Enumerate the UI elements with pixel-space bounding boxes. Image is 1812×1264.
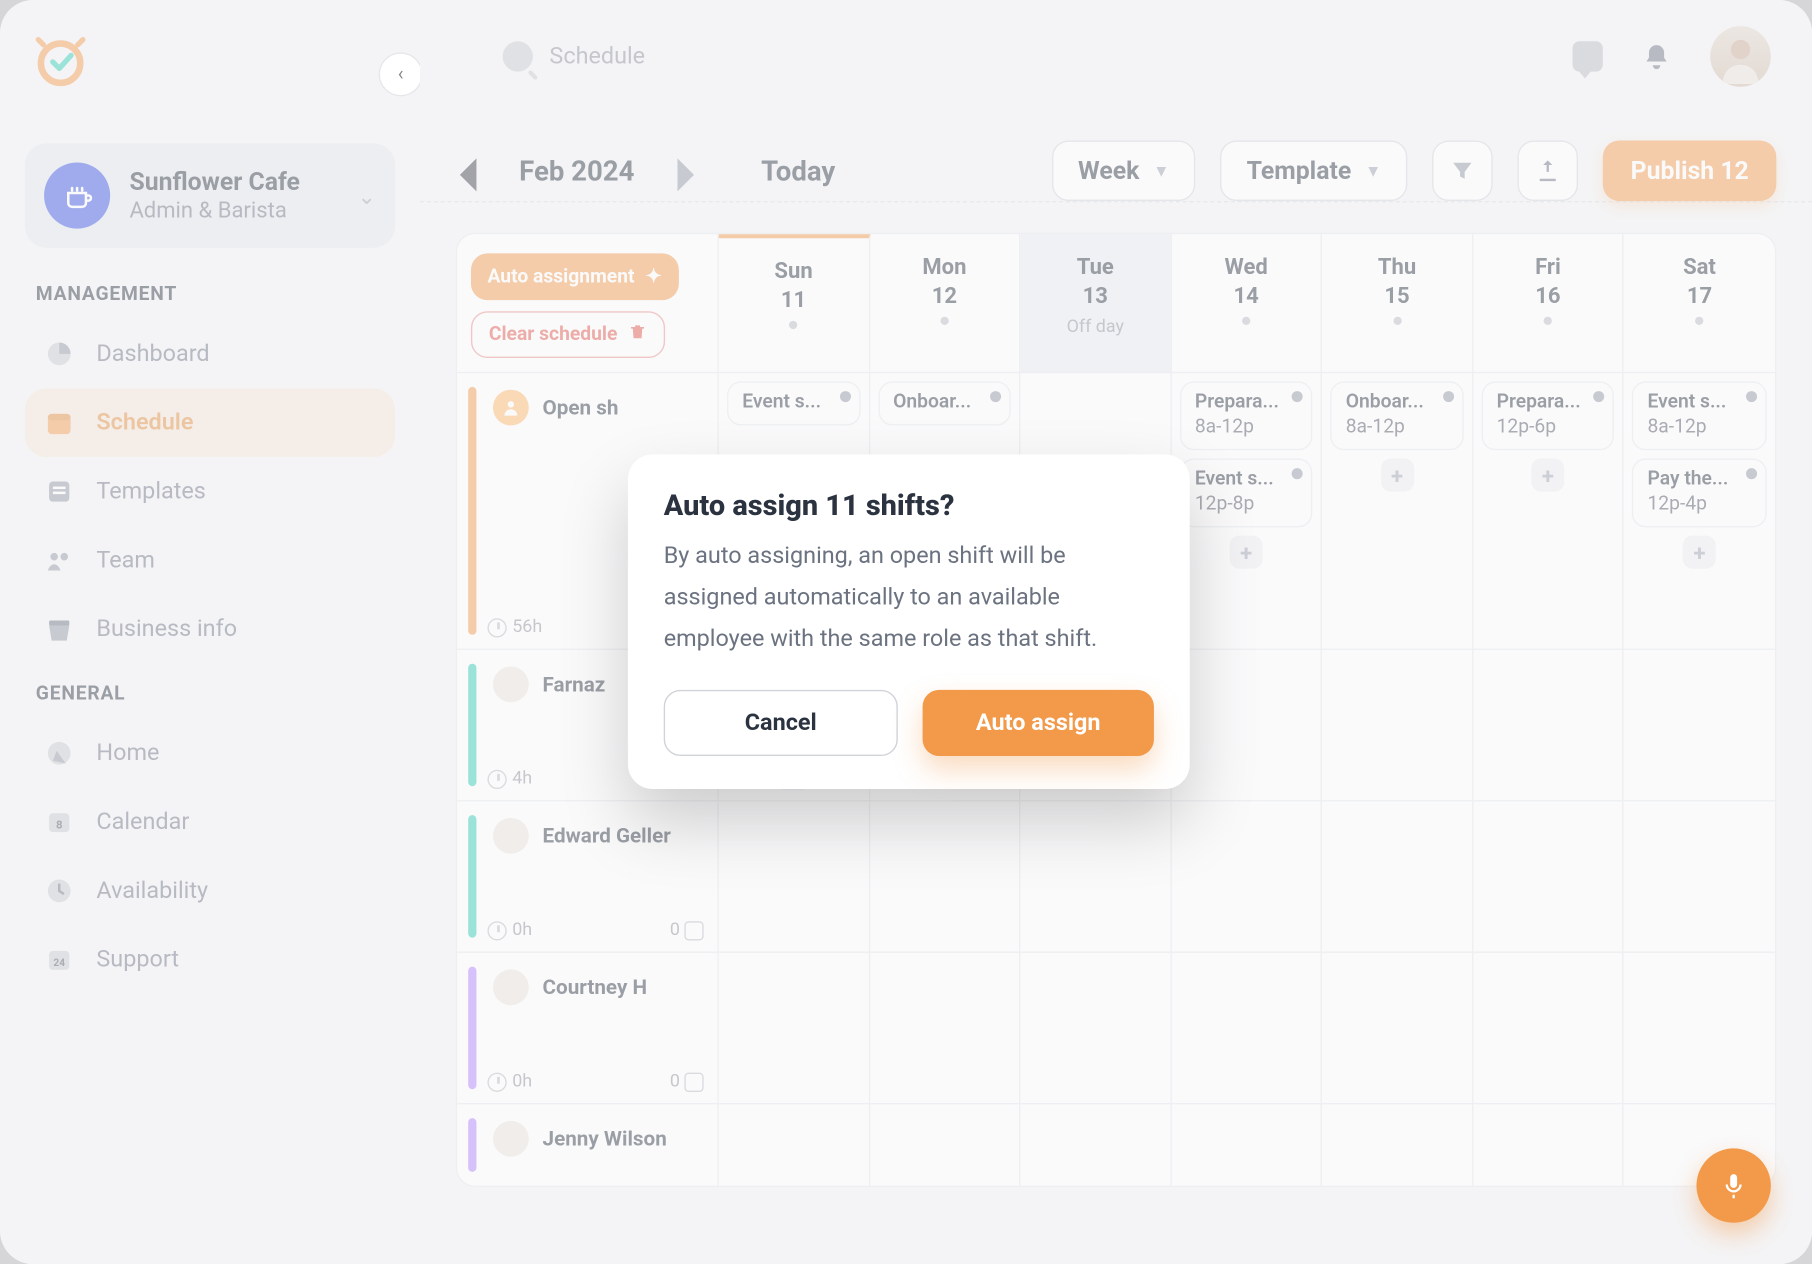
auto-assign-modal: Auto assign 11 shifts? By auto assigning… — [628, 454, 1190, 789]
cancel-button[interactable]: Cancel — [664, 690, 898, 756]
app-root: ‹ Sunflower Cafe Admin & Barista ⌄ MANAG… — [0, 0, 1812, 1264]
modal-title: Auto assign 11 shifts? — [664, 490, 1154, 523]
modal-body: By auto assigning, an open shift will be… — [664, 537, 1154, 660]
voice-fab[interactable] — [1696, 1148, 1770, 1222]
collapse-sidebar-button[interactable]: ‹ — [379, 52, 420, 96]
auto-assign-button[interactable]: Auto assign — [923, 690, 1154, 756]
